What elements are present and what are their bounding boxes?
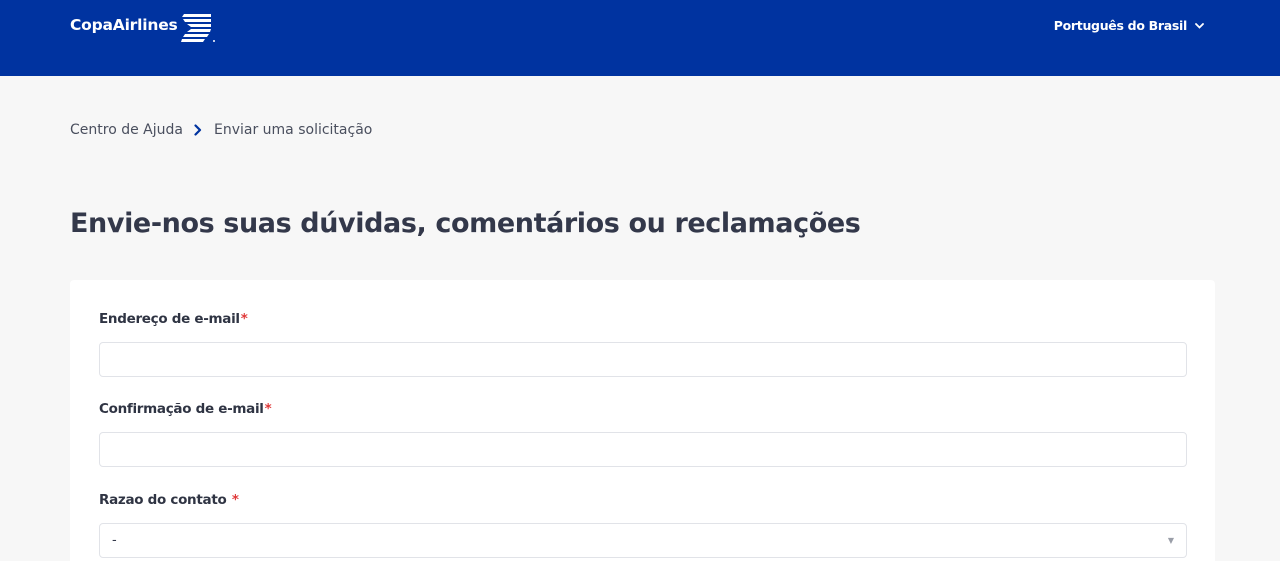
chevron-right-icon — [194, 124, 202, 136]
chevron-down-icon — [1195, 22, 1204, 29]
required-mark: * — [231, 492, 239, 508]
contact-reason-label: Razao do contato * — [99, 492, 239, 508]
caret-down-icon: ▼ — [1167, 536, 1174, 545]
logo-text: CopaAirlines — [70, 16, 178, 34]
site-header: CopaAirlines Português do Brasil — [0, 0, 1280, 76]
required-mark: * — [264, 401, 272, 417]
breadcrumb: Centro de Ajuda Enviar uma solicitação — [70, 122, 372, 138]
email-field[interactable] — [99, 342, 1187, 377]
email-confirm-label: Confirmação de e-mail* — [99, 401, 272, 417]
copa-airlines-logo[interactable]: CopaAirlines — [70, 12, 217, 44]
email-confirm-field[interactable] — [99, 432, 1187, 467]
logo-wing-icon — [180, 14, 215, 42]
contact-reason-select[interactable]: - ▼ — [99, 523, 1187, 558]
email-label: Endereço de e-mail* — [99, 311, 248, 327]
page-title: Envie-nos suas dúvidas, comentários ou r… — [70, 208, 861, 239]
language-label: Português do Brasil — [1053, 18, 1188, 33]
breadcrumb-help-center[interactable]: Centro de Ajuda — [70, 122, 183, 138]
language-selector[interactable]: Português do Brasil — [1054, 18, 1204, 33]
request-form: Endereço de e-mail* Confirmação de e-mai… — [70, 280, 1215, 561]
required-mark: * — [240, 311, 248, 327]
contact-reason-value: - — [112, 533, 117, 548]
breadcrumb-current: Enviar uma solicitação — [213, 122, 373, 138]
